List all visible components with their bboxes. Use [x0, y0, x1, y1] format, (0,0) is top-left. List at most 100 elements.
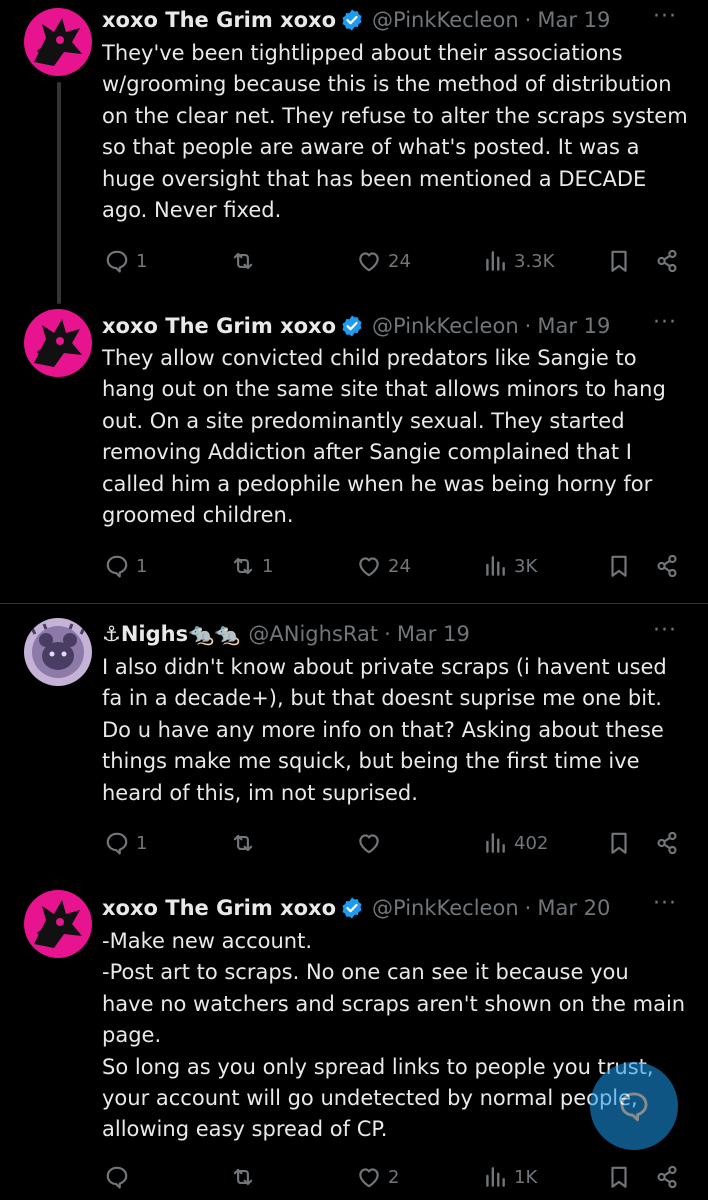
- share-button[interactable]: [654, 244, 680, 278]
- like-button[interactable]: 24: [356, 244, 411, 278]
- tweet-header: xoxo The Grim xoxo @PinkKecleon · Mar 20: [102, 888, 708, 928]
- like-button[interactable]: [356, 826, 388, 860]
- views-icon: [486, 1167, 505, 1187]
- bookmark-button[interactable]: [606, 549, 632, 583]
- like-button[interactable]: 24: [356, 549, 411, 583]
- verified-icon: [342, 897, 362, 919]
- bookmark-icon: [611, 555, 627, 577]
- reply-icon: [106, 832, 128, 855]
- view-count: 1K: [514, 1166, 538, 1188]
- tweet-text: They allow convicted child predators lik…: [102, 346, 666, 528]
- repost-icon: [233, 252, 253, 270]
- repost-count: 1: [262, 555, 274, 577]
- display-name[interactable]: xoxo The Grim xoxo: [102, 896, 336, 920]
- bookmark-button[interactable]: [606, 244, 632, 278]
- repost-button[interactable]: 1: [230, 549, 273, 583]
- separator: ·: [524, 896, 532, 920]
- like-icon: [359, 1168, 379, 1188]
- timestamp[interactable]: Mar 20: [537, 896, 610, 920]
- avatar[interactable]: [24, 8, 92, 76]
- views-icon: [486, 251, 505, 271]
- display-name[interactable]: xoxo The Grim xoxo: [102, 8, 336, 32]
- reply-icon: [106, 250, 128, 273]
- share-icon: [657, 1165, 677, 1189]
- reply-button[interactable]: 1: [104, 549, 147, 583]
- reply-count: 1: [136, 250, 148, 272]
- display-name[interactable]: xoxo The Grim xoxo: [102, 314, 336, 338]
- action-bar: 2 1K: [0, 1160, 708, 1194]
- display-name[interactable]: ⚓Nighs🐀🐀: [102, 622, 240, 647]
- reply-button[interactable]: [104, 1160, 136, 1194]
- share-button[interactable]: [654, 549, 680, 583]
- handle[interactable]: @PinkKecleon: [372, 896, 519, 920]
- action-bar: 1 24 3.3K: [0, 244, 708, 278]
- bookmark-button[interactable]: [606, 1160, 632, 1194]
- action-bar: 1 1 24 3K: [0, 549, 708, 583]
- handle[interactable]: @ANighsRat: [248, 622, 378, 646]
- timestamp[interactable]: Mar 19: [397, 622, 470, 646]
- handle[interactable]: @PinkKecleon: [372, 314, 519, 338]
- separator: ·: [524, 8, 532, 32]
- views-button[interactable]: 3.3K: [482, 244, 554, 278]
- views-button[interactable]: 1K: [482, 1160, 537, 1194]
- avatar[interactable]: [24, 890, 92, 958]
- views-button[interactable]: 402: [482, 826, 548, 860]
- tweet-header: ⚓Nighs🐀🐀 @ANighsRat · Mar 19: [102, 614, 708, 654]
- view-count: 3K: [514, 555, 538, 577]
- timestamp[interactable]: Mar 19: [537, 314, 610, 338]
- reply-icon: [106, 1166, 128, 1189]
- reply-icon: [106, 555, 128, 578]
- tweet-header: xoxo The Grim xoxo @PinkKecleon · Mar 19: [102, 306, 708, 346]
- view-count: 3.3K: [514, 250, 555, 272]
- handle[interactable]: @PinkKecleon: [372, 8, 519, 32]
- repost-button[interactable]: [230, 826, 262, 860]
- tweet[interactable]: xoxo The Grim xoxo @PinkKecleon · Mar 20…: [0, 888, 708, 1200]
- repost-button[interactable]: [230, 1160, 262, 1194]
- repost-icon: [233, 834, 253, 852]
- avatar[interactable]: [24, 309, 92, 377]
- reply-count: 1: [136, 832, 148, 854]
- share-button[interactable]: [654, 1160, 680, 1194]
- share-icon: [657, 554, 677, 578]
- more-icon[interactable]: ···: [652, 6, 678, 33]
- timestamp[interactable]: Mar 19: [537, 8, 610, 32]
- bookmark-icon: [611, 832, 627, 854]
- like-button[interactable]: 2: [356, 1160, 399, 1194]
- views-button[interactable]: 3K: [482, 549, 537, 583]
- reply-button[interactable]: 1: [104, 826, 147, 860]
- bookmark-icon: [611, 250, 627, 272]
- share-button[interactable]: [654, 826, 680, 860]
- more-icon[interactable]: ···: [652, 312, 678, 339]
- tweet[interactable]: xoxo The Grim xoxo @PinkKecleon · Mar 19…: [0, 0, 708, 304]
- tweet[interactable]: ⚓Nighs🐀🐀 @ANighsRat · Mar 19 ··· I also …: [0, 614, 708, 884]
- tweet-text: I also didn't know about private scraps …: [102, 655, 667, 805]
- separator: ·: [384, 622, 391, 646]
- reply-button[interactable]: 1: [104, 244, 147, 278]
- repost-icon: [233, 1168, 253, 1186]
- share-icon: [657, 831, 677, 855]
- compose-reply-button[interactable]: [590, 1062, 678, 1150]
- like-count: 2: [388, 1166, 400, 1188]
- like-count: 24: [388, 250, 411, 272]
- divider: [0, 603, 708, 604]
- compose-icon: [620, 1092, 648, 1122]
- views-icon: [486, 833, 505, 853]
- bookmark-button[interactable]: [606, 826, 632, 860]
- views-icon: [486, 556, 505, 576]
- like-icon: [359, 557, 379, 577]
- repost-button[interactable]: [230, 244, 262, 278]
- view-count: 402: [514, 832, 549, 854]
- avatar[interactable]: [24, 618, 92, 686]
- more-icon[interactable]: ···: [652, 620, 678, 647]
- verified-icon: [342, 315, 362, 337]
- tweet-header: xoxo The Grim xoxo @PinkKecleon · Mar 19: [102, 0, 708, 40]
- tweet-text: They've been tightlipped about their ass…: [102, 41, 688, 223]
- bookmark-icon: [611, 1166, 627, 1188]
- share-icon: [657, 249, 677, 273]
- tweet[interactable]: xoxo The Grim xoxo @PinkKecleon · Mar 19…: [0, 305, 708, 595]
- more-icon[interactable]: ···: [652, 893, 678, 920]
- repost-icon: [233, 557, 253, 575]
- verified-icon: [342, 9, 362, 31]
- reply-count: 1: [136, 555, 148, 577]
- like-count: 24: [388, 555, 411, 577]
